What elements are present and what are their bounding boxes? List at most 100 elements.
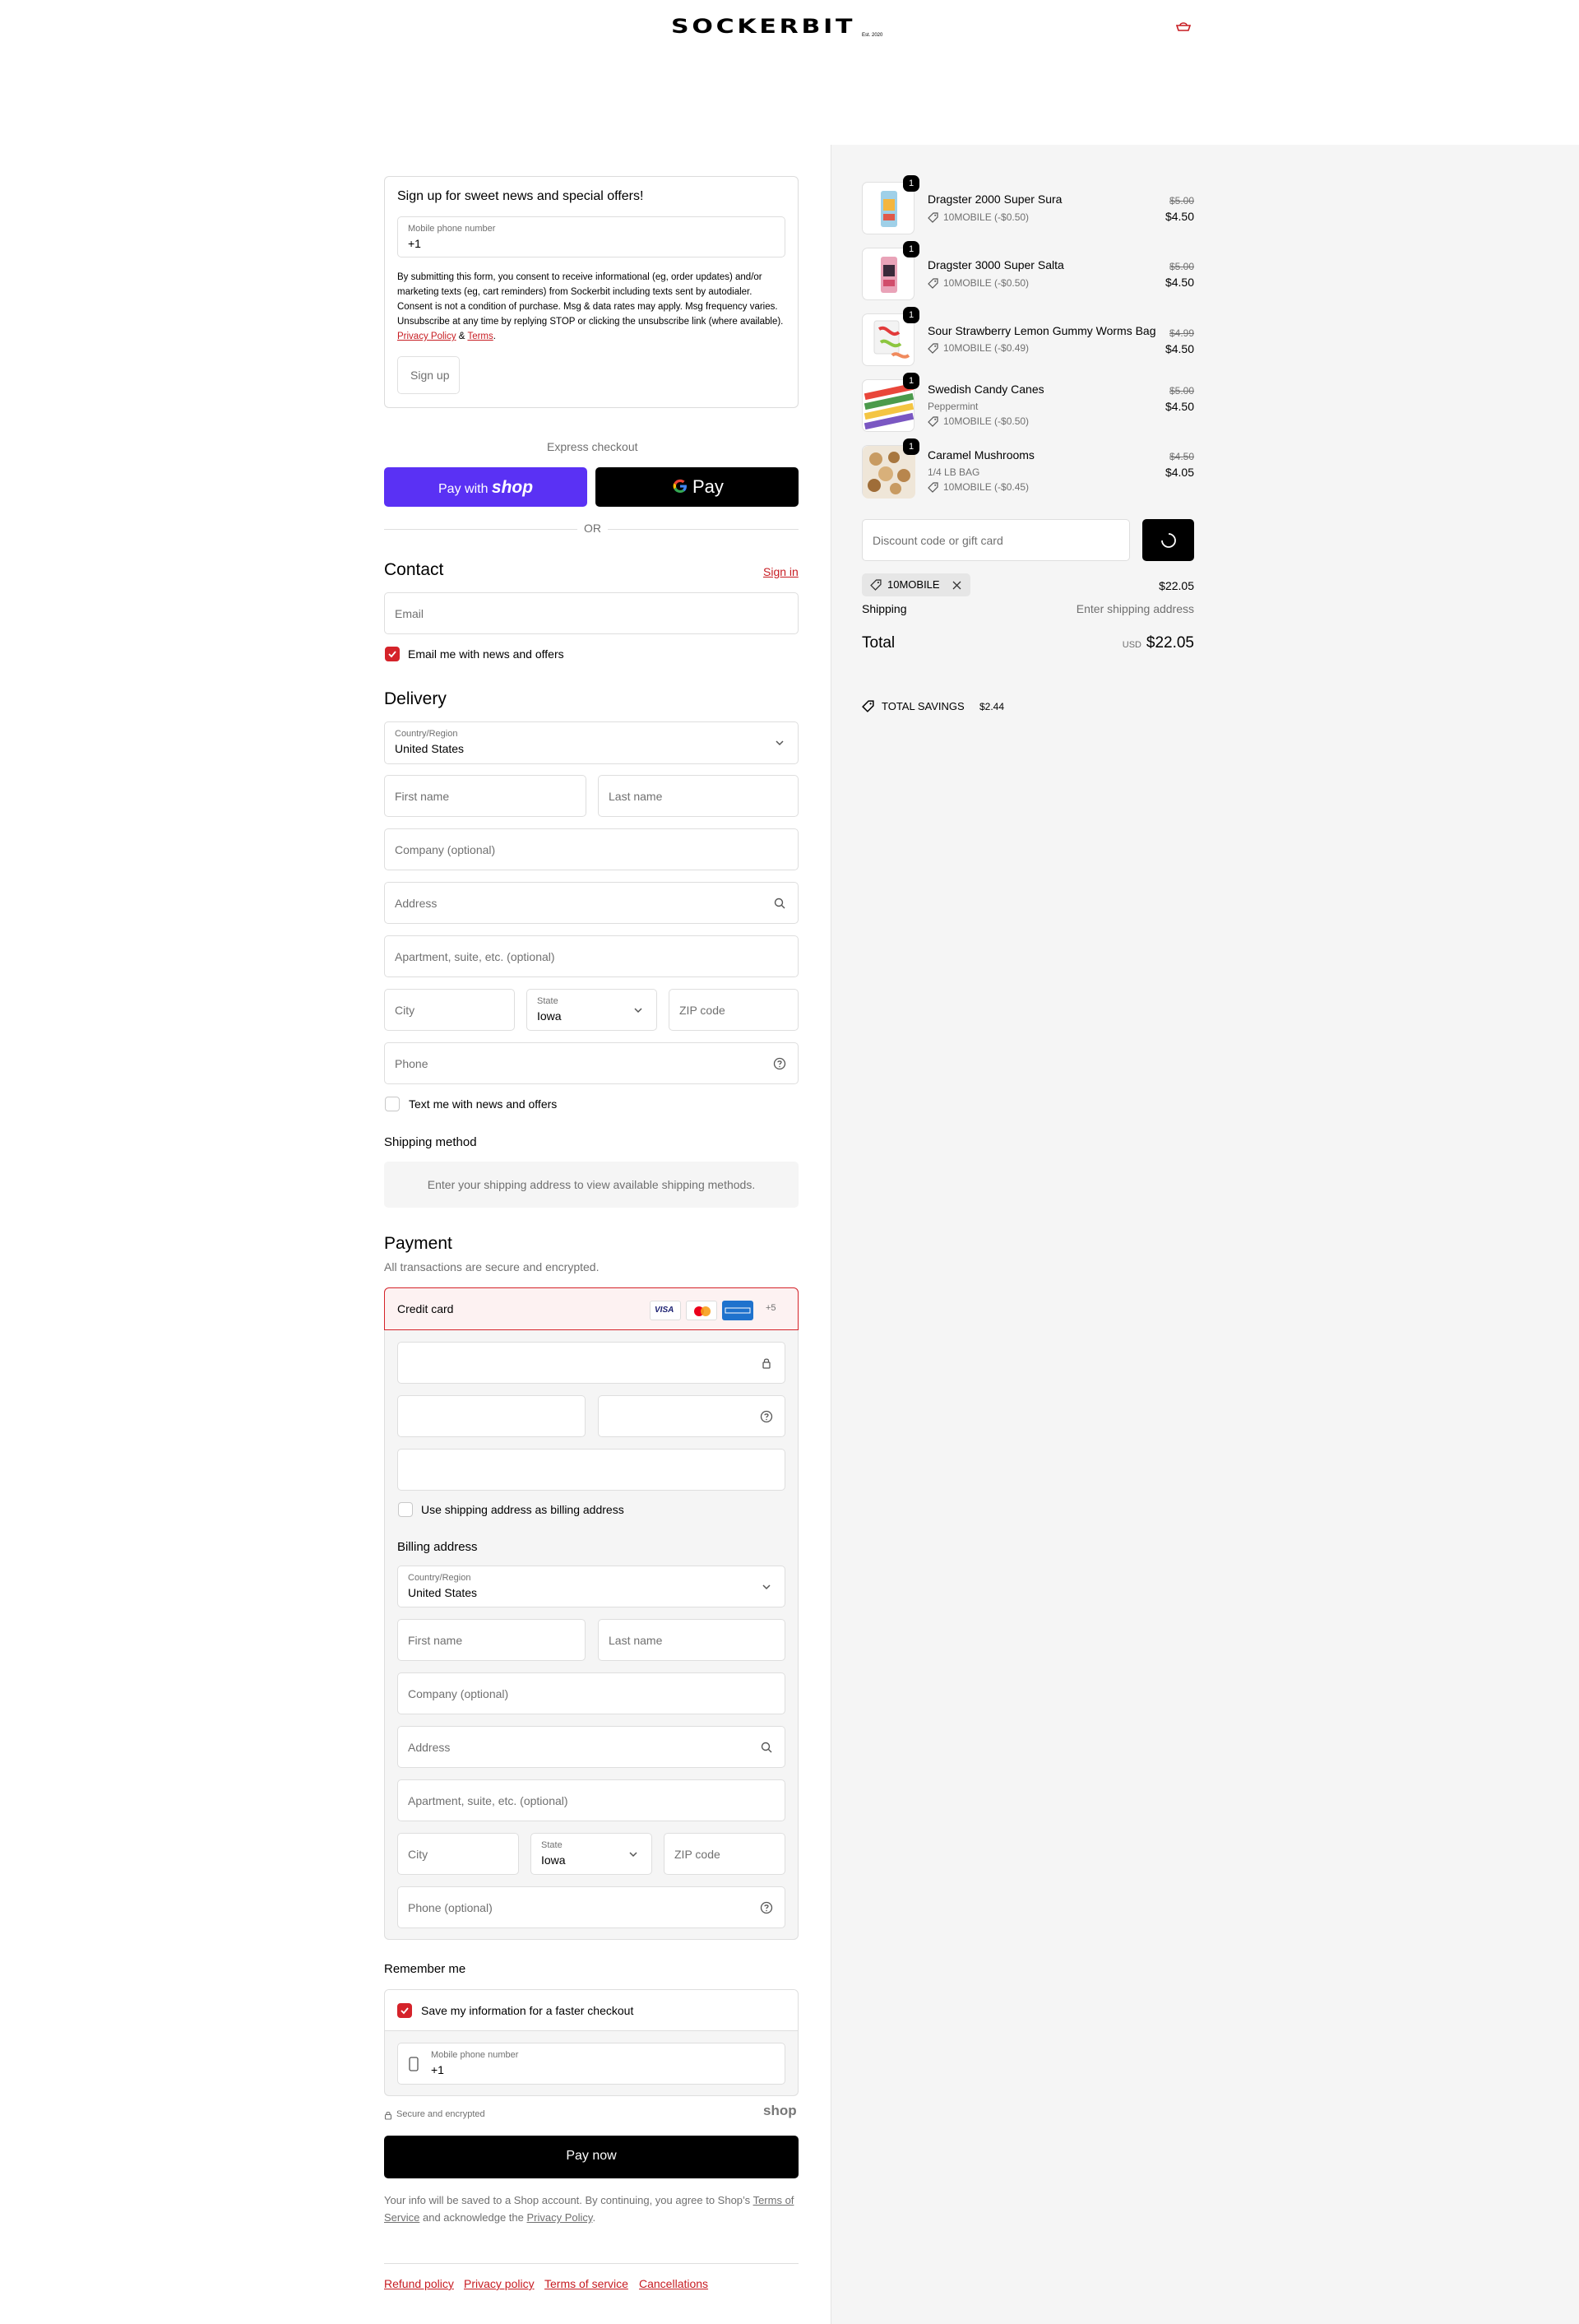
shop-brand: shop <box>763 2103 797 2118</box>
signup-title: Sign up for sweet news and special offer… <box>397 189 644 203</box>
google-pay-button[interactable]: Pay <box>595 467 799 507</box>
billing-country-select[interactable]: Country/Region United States <box>397 1566 785 1607</box>
remember-row: Save my information for a faster checkou… <box>385 1990 798 2031</box>
sign-in-link[interactable]: Sign in <box>763 565 799 578</box>
item-discount: 10MOBILE (-$0.49) <box>928 342 1029 355</box>
first-name-field[interactable]: First name <box>384 775 586 817</box>
terms-of-service-link[interactable]: Terms of service <box>544 2277 628 2290</box>
privacy-policy-link[interactable]: Privacy Policy <box>397 332 456 341</box>
site-header: SOCKERBIT Est. 2020 <box>0 0 1579 53</box>
credit-card-option[interactable]: Credit card VISA +5 <box>384 1287 799 1330</box>
refund-policy-link[interactable]: Refund policy <box>384 2277 454 2290</box>
billing-zip-field[interactable]: ZIP code <box>664 1833 785 1875</box>
item-old-price: $5.00 <box>1169 195 1194 206</box>
billing-last-name-field[interactable]: Last name <box>598 1619 785 1661</box>
signup-consent: By submitting this form, you consent to … <box>397 272 784 341</box>
billing-company-field[interactable]: Company (optional) <box>397 1672 785 1714</box>
phone-field[interactable]: Phone <box>384 1042 799 1084</box>
shop-privacy-link[interactable]: Privacy Policy <box>526 2211 592 2224</box>
shipping-label: Shipping <box>862 602 907 615</box>
state-value: Iowa <box>537 1009 562 1023</box>
address-field[interactable]: Address <box>384 882 799 924</box>
shopping-bag-icon[interactable] <box>1174 18 1192 36</box>
cancellations-link[interactable]: Cancellations <box>639 2277 708 2290</box>
billing-apartment-field[interactable]: Apartment, suite, etc. (optional) <box>397 1779 785 1821</box>
discount-code-field[interactable]: Discount code or gift card <box>862 519 1130 561</box>
sockerbit-logo[interactable]: SOCKERBIT Est. 2020 <box>671 15 910 39</box>
express-checkout-title: Express checkout <box>547 440 638 453</box>
logo-sub: Est. 2020 <box>862 33 883 38</box>
expiration-field[interactable] <box>397 1395 586 1437</box>
email-placeholder: Email <box>395 606 424 620</box>
security-code-field[interactable] <box>598 1395 785 1437</box>
chevron-down-icon <box>629 1851 637 1857</box>
signup-button[interactable]: Sign up <box>397 356 460 394</box>
last-name-field[interactable]: Last name <box>598 775 799 817</box>
total-savings: TOTAL SAVINGS $2.44 <box>862 698 1109 715</box>
billing-state-label: State <box>541 1840 563 1850</box>
quantity-badge: 1 <box>903 175 919 192</box>
billing-state-select[interactable]: State Iowa <box>530 1833 652 1875</box>
city-field[interactable]: City <box>384 989 515 1031</box>
help-circle-icon[interactable] <box>773 1057 786 1070</box>
billing-first-name-field[interactable]: First name <box>397 1619 586 1661</box>
address-placeholder: Address <box>395 896 438 910</box>
close-icon[interactable] <box>952 581 961 590</box>
signup-phone-field[interactable]: Mobile phone number +1 <box>397 216 785 257</box>
email-field[interactable]: Email <box>384 592 799 634</box>
billing-last-name-placeholder: Last name <box>609 1633 663 1647</box>
credit-card-label: Credit card <box>397 1302 454 1315</box>
pay-now-button[interactable]: Pay now <box>384 2136 799 2178</box>
zip-field[interactable]: ZIP code <box>669 989 799 1031</box>
total-value: $22.05 <box>1146 634 1194 652</box>
item-price: $4.50 <box>1165 400 1194 413</box>
signup-button-label: Sign up <box>410 369 450 382</box>
text-news-checkbox[interactable] <box>385 1097 400 1111</box>
tag-icon <box>928 416 938 428</box>
item-variant: Peppermint <box>928 401 979 412</box>
google-g-icon <box>671 477 689 498</box>
remember-phone-field[interactable]: Mobile phone number +1 <box>397 2043 785 2085</box>
apply-discount-button[interactable] <box>1142 519 1194 561</box>
discount-code-placeholder: Discount code or gift card <box>873 533 1003 547</box>
applied-code-label: 10MOBILE <box>887 578 940 591</box>
billing-city-field[interactable]: City <box>397 1833 519 1875</box>
tag-icon <box>928 278 938 290</box>
mobile-phone-icon <box>409 2057 419 2071</box>
company-field[interactable]: Company (optional) <box>384 828 799 870</box>
visa-icon: VISA <box>650 1301 681 1320</box>
state-select[interactable]: State Iowa <box>526 989 657 1031</box>
shop-pay-button[interactable]: Pay with shop <box>384 467 587 507</box>
billing-phone-field[interactable]: Phone (optional) <box>397 1886 785 1928</box>
billing-title: Billing address <box>397 1540 478 1554</box>
billing-address-placeholder: Address <box>408 1740 451 1754</box>
remember-box: Save my information for a faster checkou… <box>384 1989 799 2096</box>
billing-same-label: Use shipping address as billing address <box>421 1503 624 1516</box>
tag-icon <box>862 700 874 712</box>
visa-label: VISA <box>655 1306 674 1315</box>
country-select[interactable]: Country/Region United States <box>384 721 799 764</box>
save-info-checkbox[interactable] <box>397 2003 412 2018</box>
billing-state-value: Iowa <box>541 1853 566 1867</box>
product-thumbnail: 1 <box>862 438 919 499</box>
quantity-badge: 1 <box>903 241 919 257</box>
amex-icon <box>722 1301 753 1320</box>
item-name: Caramel Mushrooms <box>928 448 1035 462</box>
privacy-policy-footer-link[interactable]: Privacy policy <box>464 2277 535 2290</box>
email-news-checkbox[interactable] <box>385 647 400 661</box>
billing-same-checkbox[interactable] <box>398 1502 413 1517</box>
company-placeholder: Company (optional) <box>395 842 496 856</box>
help-circle-icon[interactable] <box>760 1410 773 1423</box>
total-label: Total <box>862 634 896 652</box>
billing-address-field[interactable]: Address <box>397 1726 785 1768</box>
help-circle-icon[interactable] <box>760 1901 773 1914</box>
apartment-field[interactable]: Apartment, suite, etc. (optional) <box>384 935 799 977</box>
item-old-price: $5.00 <box>1169 261 1194 272</box>
card-number-field[interactable] <box>397 1342 785 1384</box>
terms-link[interactable]: Terms <box>467 332 493 341</box>
consent-amp: & <box>458 332 465 341</box>
name-on-card-field[interactable] <box>397 1449 785 1491</box>
item-discount-text: 10MOBILE (-$0.45) <box>943 481 1030 493</box>
remember-phone-label: Mobile phone number <box>431 2050 519 2060</box>
billing-country-value: United States <box>408 1586 478 1599</box>
